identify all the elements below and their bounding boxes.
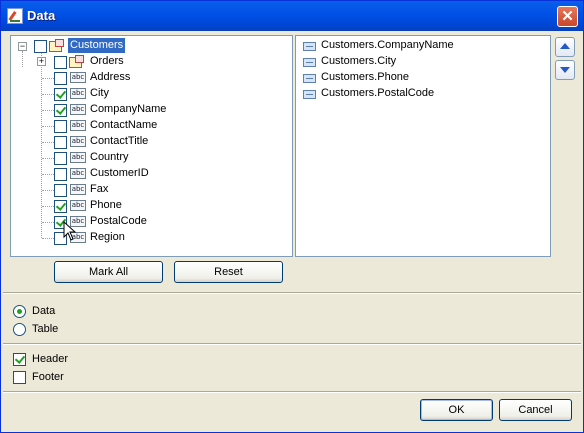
- selected-field-label: Customers.PostalCode: [321, 87, 435, 99]
- field-checkbox[interactable]: [54, 136, 67, 149]
- tree-field-row[interactable]: abc CustomerID: [11, 166, 291, 182]
- tree-field-row[interactable]: abc CompanyName: [11, 102, 291, 118]
- radio-table-label[interactable]: Table: [32, 322, 58, 336]
- collapse-icon[interactable]: −: [18, 42, 27, 51]
- text-field-icon: abc: [70, 136, 86, 147]
- field-label: CustomerID: [90, 167, 149, 179]
- field-label: Address: [90, 71, 131, 83]
- field-icon: [303, 90, 316, 99]
- dialog-title: Data: [27, 8, 56, 23]
- field-checkbox[interactable]: [54, 104, 67, 117]
- header-label[interactable]: Header: [32, 352, 68, 366]
- text-field-icon: abc: [70, 200, 86, 211]
- tree-node-orders[interactable]: + Orders: [11, 54, 291, 70]
- tree-node-customers[interactable]: − Customers: [11, 38, 291, 54]
- field-icon: [303, 58, 316, 67]
- text-field-icon: abc: [70, 184, 86, 195]
- field-icon: [303, 74, 316, 83]
- selected-field-item[interactable]: Customers.PostalCode: [296, 86, 546, 102]
- move-up-button[interactable]: [555, 37, 575, 57]
- field-checkbox[interactable]: [54, 88, 67, 101]
- close-button[interactable]: ✕: [557, 6, 578, 27]
- expand-icon[interactable]: +: [37, 57, 46, 66]
- field-label: Phone: [90, 199, 122, 211]
- field-checkbox[interactable]: [54, 152, 67, 165]
- selected-field-label: Customers.CompanyName: [321, 39, 454, 51]
- field-label: Fax: [90, 183, 109, 195]
- tree-field-row[interactable]: abc Country: [11, 150, 291, 166]
- tree-field-row[interactable]: abc Fax: [11, 182, 291, 198]
- dialog-icon: [7, 8, 23, 24]
- field-checkbox[interactable]: [54, 120, 67, 133]
- field-label: ContactName: [90, 119, 158, 131]
- field-label: Country: [90, 151, 129, 163]
- field-icon: [303, 42, 316, 51]
- field-checkbox[interactable]: [54, 168, 67, 181]
- selected-field-item[interactable]: Customers.CompanyName: [296, 38, 546, 54]
- arrow-down-icon: [560, 67, 570, 73]
- tree-node-label: Customers: [68, 38, 126, 53]
- field-label: Region: [90, 231, 125, 243]
- radio-data-label[interactable]: Data: [32, 304, 55, 318]
- radio-data[interactable]: [13, 305, 26, 318]
- table-icon: [49, 39, 65, 53]
- selected-field-item[interactable]: Customers.City: [296, 54, 546, 70]
- tree-field-row[interactable]: abc ContactName: [11, 118, 291, 134]
- selected-field-label: Customers.City: [321, 55, 397, 67]
- field-label: CompanyName: [90, 103, 167, 115]
- field-tree[interactable]: − Customers + Orders abc Address abc City ab…: [10, 35, 293, 257]
- header-checkbox[interactable]: [13, 353, 26, 366]
- reset-button[interactable]: Reset: [174, 261, 283, 283]
- tree-node-label: Orders: [90, 55, 124, 67]
- tree-field-row[interactable]: abc ContactTitle: [11, 134, 291, 150]
- selected-fields-list[interactable]: Customers.CompanyName Customers.City Custo…: [295, 35, 551, 257]
- field-label: ContactTitle: [90, 135, 149, 147]
- text-field-icon: abc: [70, 72, 86, 83]
- text-field-icon: abc: [70, 120, 86, 131]
- tree-field-row[interactable]: abc City: [11, 86, 291, 102]
- checkbox-orders[interactable]: [54, 56, 67, 69]
- tree-field-row[interactable]: abc Region: [11, 230, 291, 246]
- cancel-button[interactable]: Cancel: [499, 399, 572, 421]
- text-field-icon: abc: [70, 88, 86, 99]
- tree-field-row[interactable]: abc PostalCode: [11, 214, 291, 230]
- text-field-icon: abc: [70, 168, 86, 179]
- arrow-up-icon: [560, 43, 570, 49]
- footer-label[interactable]: Footer: [32, 370, 64, 384]
- text-field-icon: abc: [70, 152, 86, 163]
- tree-field-row[interactable]: abc Address: [11, 70, 291, 86]
- data-dialog: Data ✕ − Customers + Orders abc Address ab…: [0, 0, 584, 433]
- ok-button[interactable]: OK: [420, 399, 493, 421]
- checkbox-customers[interactable]: [34, 40, 47, 53]
- selected-field-label: Customers.Phone: [321, 71, 410, 83]
- field-checkbox[interactable]: [54, 72, 67, 85]
- divider: [3, 343, 581, 345]
- radio-table[interactable]: [13, 323, 26, 336]
- divider: [3, 391, 581, 393]
- title-bar[interactable]: Data ✕: [1, 1, 583, 31]
- footer-checkbox[interactable]: [13, 371, 26, 384]
- field-checkbox[interactable]: [54, 200, 67, 213]
- field-label: City: [90, 87, 109, 99]
- selected-field-item[interactable]: Customers.Phone: [296, 70, 546, 86]
- move-down-button[interactable]: [555, 60, 575, 80]
- table-icon: [69, 55, 85, 69]
- field-checkbox[interactable]: [54, 184, 67, 197]
- field-label: PostalCode: [90, 215, 147, 227]
- text-field-icon: abc: [70, 104, 86, 115]
- mark-all-button[interactable]: Mark All: [54, 261, 163, 283]
- divider: [3, 292, 581, 294]
- tree-field-row[interactable]: abc Phone: [11, 198, 291, 214]
